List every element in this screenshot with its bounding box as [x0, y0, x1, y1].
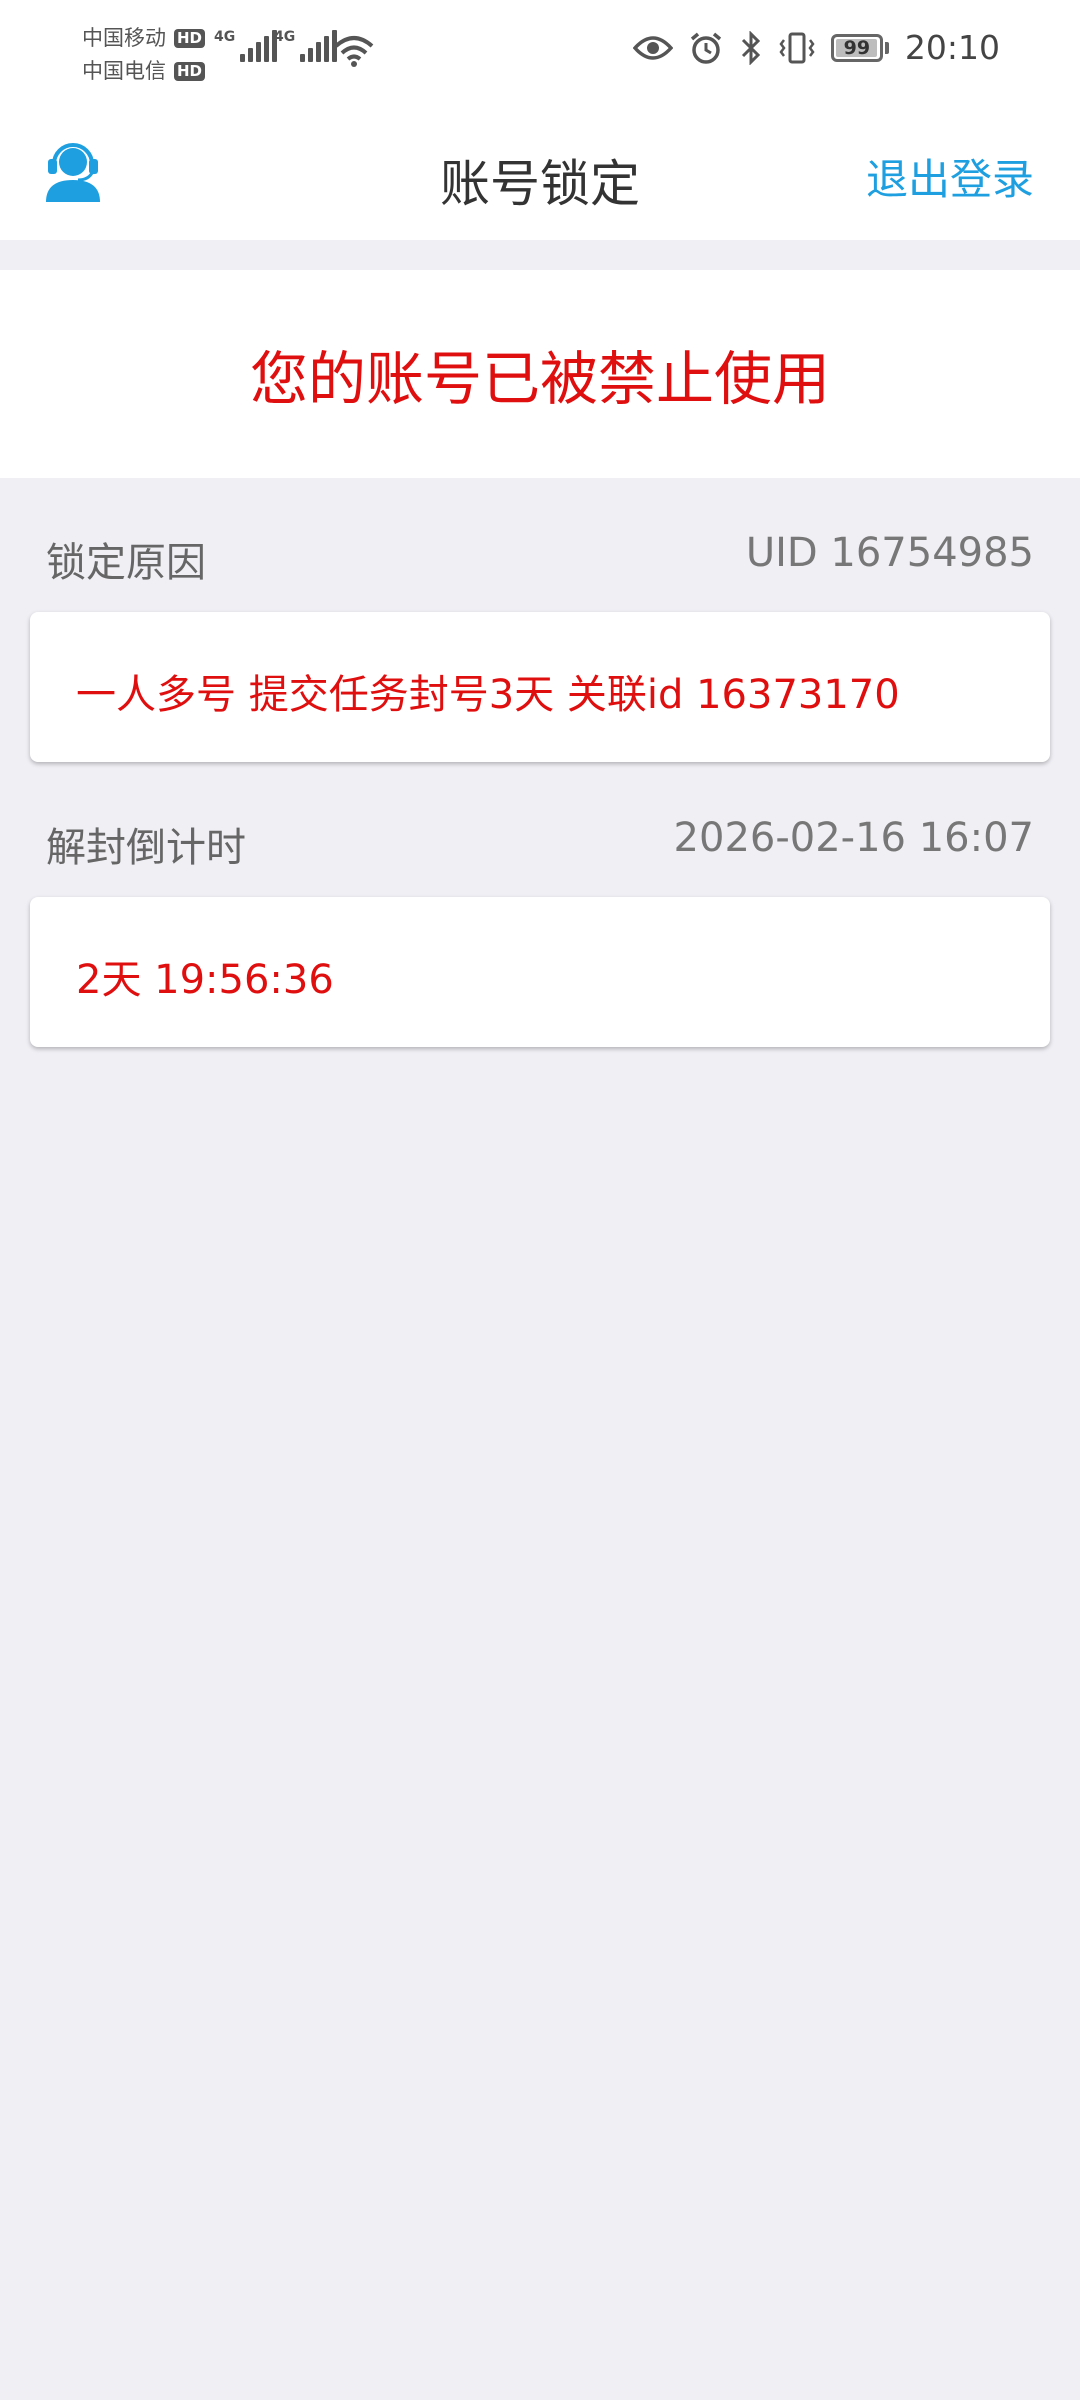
- countdown-text: 2天 19:56:36: [76, 957, 334, 1003]
- lock-reason-text: 一人多号 提交任务封号3天 关联id 16373170: [76, 672, 900, 718]
- network-type-2: 4G: [274, 29, 296, 45]
- battery-level: 99: [843, 36, 871, 59]
- lock-reason-label: 锁定原因: [46, 540, 206, 586]
- unlock-countdown-label: 解封倒计时: [46, 825, 246, 871]
- hd-badge: HD: [174, 29, 206, 48]
- hd-badge: HD: [174, 62, 206, 81]
- app-header: 账号锁定 退出登录: [0, 108, 1080, 240]
- ban-notice-banner: 您的账号已被禁止使用: [0, 270, 1080, 478]
- bluetooth-icon: [741, 30, 761, 65]
- network-type-1: 4G: [214, 29, 236, 45]
- carrier-2-name: 中国电信: [82, 59, 166, 83]
- countdown-card: 2天 19:56:36: [30, 897, 1050, 1047]
- eye-icon: [632, 35, 673, 60]
- lock-reason-card: 一人多号 提交任务封号3天 关联id 16373170: [30, 612, 1050, 762]
- logout-button[interactable]: 退出登录: [866, 146, 1034, 207]
- ban-message: 您的账号已被禁止使用: [249, 345, 830, 413]
- unlock-time-value: 2026-02-16 16:07: [673, 815, 1034, 861]
- vibrate-icon: [779, 32, 815, 63]
- alarm-icon: [690, 32, 722, 64]
- uid-value: UID 16754985: [745, 530, 1034, 576]
- signal-2-icon: 4G: [274, 29, 338, 62]
- clock: 20:10: [904, 28, 1000, 67]
- battery-icon: 99: [830, 33, 883, 62]
- wifi-icon: [334, 36, 374, 67]
- carrier-1-name: 中国移动: [82, 26, 166, 50]
- status-bar: 中国移动 HD 中国电信 HD 4G 4G 99 20:10: [0, 0, 1080, 108]
- status-icons: 99 20:10: [632, 28, 1000, 67]
- signal-1-icon: 4G: [214, 29, 278, 62]
- carrier-info: 中国移动 HD 中国电信 HD: [82, 22, 206, 88]
